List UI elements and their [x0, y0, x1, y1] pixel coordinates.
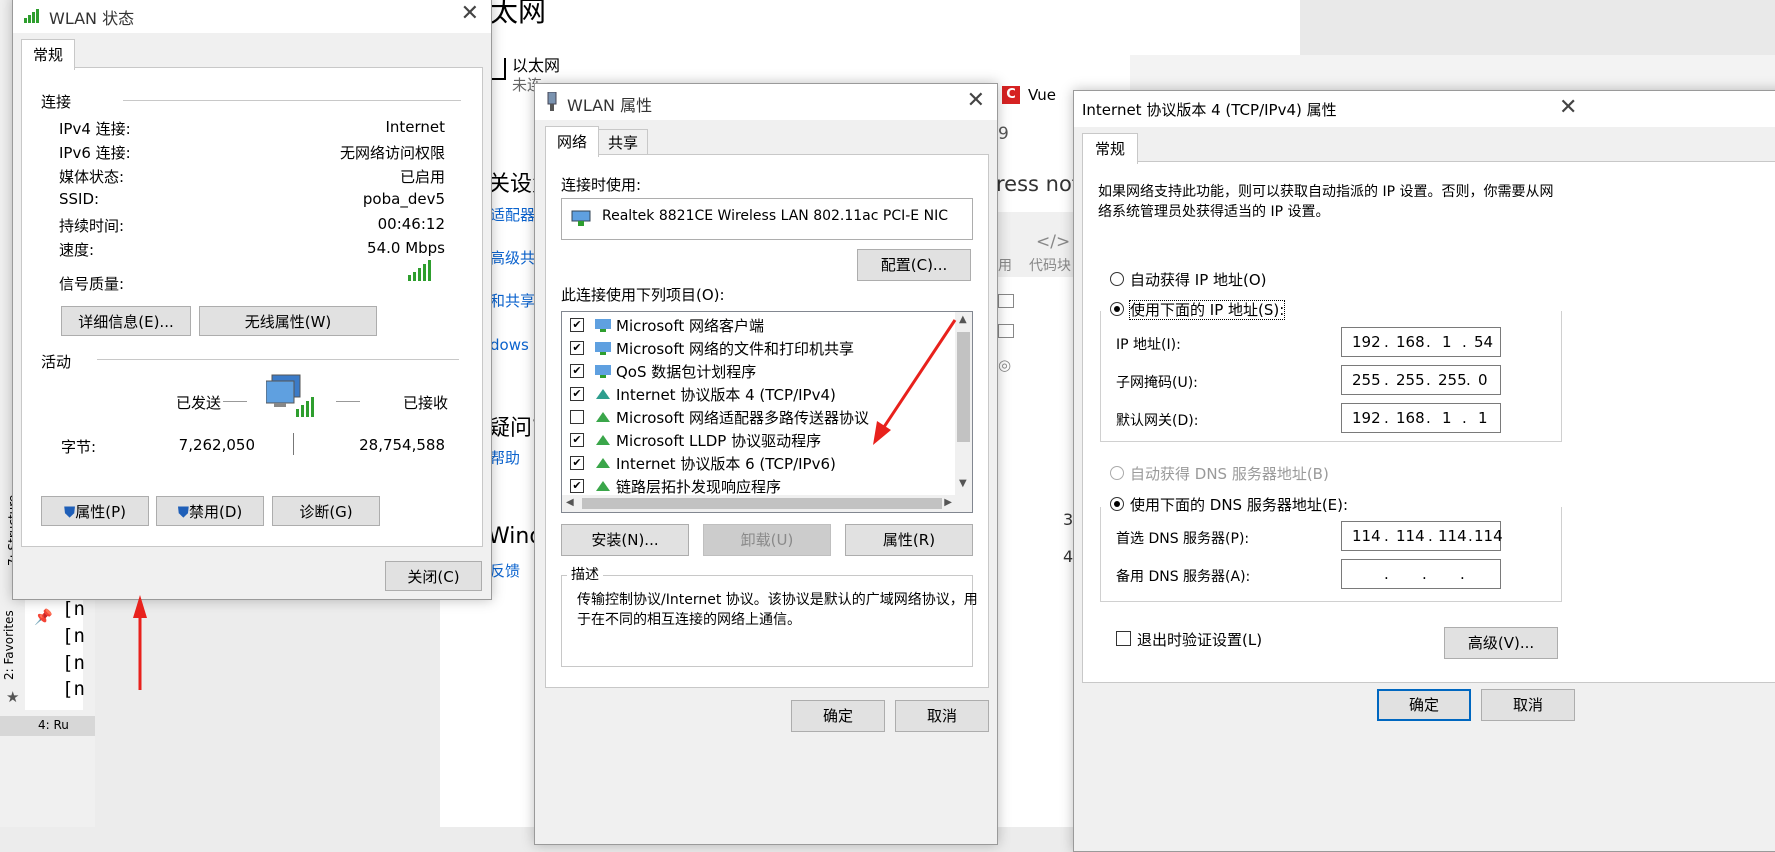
red-arrow-annotation — [873, 319, 957, 445]
annotation-overlay — [133, 319, 957, 690]
red-arrow-annotation — [133, 595, 147, 690]
tab-general[interactable]: 常规 — [21, 39, 75, 70]
tab-network[interactable]: 网络 — [545, 126, 599, 157]
tab-general[interactable]: 常规 — [1082, 133, 1138, 164]
